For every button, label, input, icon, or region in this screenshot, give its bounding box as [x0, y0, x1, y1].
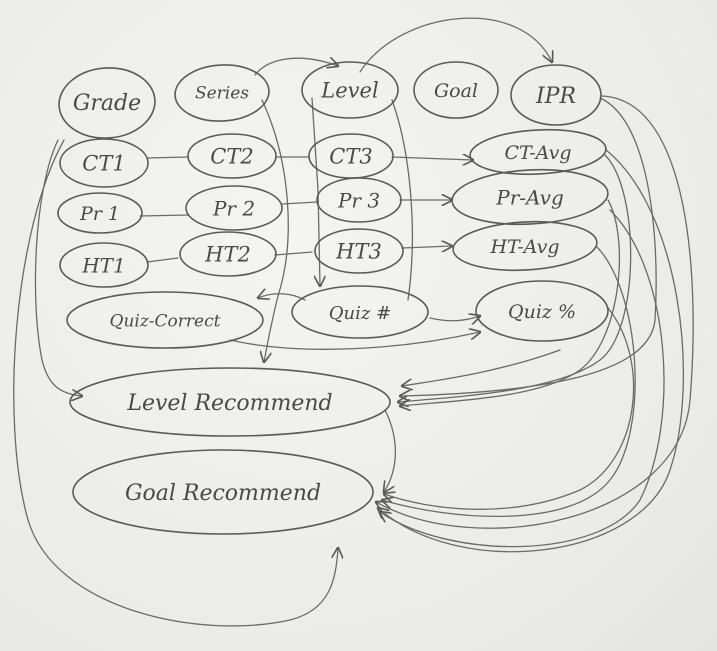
node-quizcorrect: Quiz-Correct	[66, 291, 264, 349]
node-level: Level	[301, 61, 399, 119]
edge-levelrec-goalrec	[384, 409, 397, 492]
edge-ht2-ht3	[274, 251, 313, 256]
edge-grade-levelrec	[34, 139, 82, 396]
node-pr3: Pr 3	[316, 177, 402, 223]
node-label-pravg: Pr-Avg	[495, 186, 564, 210]
node-levelrec: Level Recommend	[69, 367, 391, 437]
edge-htavg-goalrec	[382, 245, 636, 517]
diagram-svg: Grade Series Level Goal IPR CT1 CT2 CT3 …	[13, 17, 694, 627]
node-label-ht3: HT3	[335, 240, 382, 264]
diagram-canvas: Grade Series Level Goal IPR CT1 CT2 CT3 …	[0, 0, 717, 651]
edge-ct3-ctavg	[391, 157, 473, 160]
node-quizpct: Quiz %	[475, 280, 609, 342]
node-label-goal: Goal	[434, 80, 478, 102]
nodes: Grade Series Level Goal IPR CT1 CT2 CT3 …	[57, 61, 609, 535]
node-label-pr3: Pr 3	[337, 189, 380, 213]
node-label-quizcorrect: Quiz-Correct	[110, 312, 221, 332]
edge-quizpct-goalrec	[384, 307, 635, 510]
node-ht3: HT3	[314, 228, 404, 274]
node-htavg: HT-Avg	[452, 220, 598, 272]
node-ct2: CT2	[187, 133, 277, 179]
edge-ct1-ct2	[146, 156, 189, 159]
node-ct3: CT3	[308, 133, 394, 179]
node-label-ctavg: CT-Avg	[504, 142, 571, 164]
node-label-grade: Grade	[73, 91, 141, 116]
edge-quiznum-quizcorrect	[258, 294, 306, 301]
node-label-pr1: Pr 1	[79, 203, 120, 225]
node-ct1: CT1	[59, 138, 149, 188]
node-label-ct3: CT3	[329, 145, 372, 169]
edge-return-levelrec	[402, 349, 561, 386]
node-label-level: Level	[320, 79, 378, 103]
edge-quiznum-quizpct	[429, 316, 480, 321]
node-label-ht1: HT1	[81, 254, 126, 278]
edge-ht1-ht2	[146, 257, 179, 263]
node-ipr: IPR	[510, 64, 602, 126]
node-label-ct1: CT1	[82, 152, 125, 176]
node-label-quiznum: Quiz #	[329, 303, 391, 324]
node-label-ht2: HT2	[204, 243, 251, 267]
node-label-levelrec: Level Recommend	[126, 391, 332, 416]
node-pr1: Pr 1	[57, 192, 143, 234]
edge-pr1-pr2	[139, 214, 189, 217]
node-label-ct2: CT2	[210, 145, 253, 169]
edge-ht3-htavg	[401, 246, 452, 248]
edge-grade-goalrec	[13, 139, 338, 627]
node-quiznum: Quiz #	[291, 285, 429, 339]
node-grade: Grade	[58, 67, 156, 139]
node-label-htavg: HT-Avg	[489, 236, 559, 258]
node-label-quizpct: Quiz %	[508, 301, 576, 323]
edge-series-levelrec	[262, 99, 289, 362]
node-ht2: HT2	[179, 231, 277, 277]
node-series: Series	[174, 64, 270, 122]
node-pravg: Pr-Avg	[451, 168, 609, 226]
node-label-ipr: IPR	[535, 84, 576, 109]
node-ht1: HT1	[59, 242, 149, 288]
node-goal: Goal	[413, 61, 499, 119]
node-goalrec: Goal Recommend	[72, 449, 374, 535]
node-label-series: Series	[195, 84, 249, 104]
edge-level-ipr	[359, 17, 552, 73]
node-label-pr2: Pr 2	[212, 197, 255, 221]
node-label-goalrec: Goal Recommend	[125, 481, 321, 506]
node-pr2: Pr 2	[185, 185, 283, 231]
